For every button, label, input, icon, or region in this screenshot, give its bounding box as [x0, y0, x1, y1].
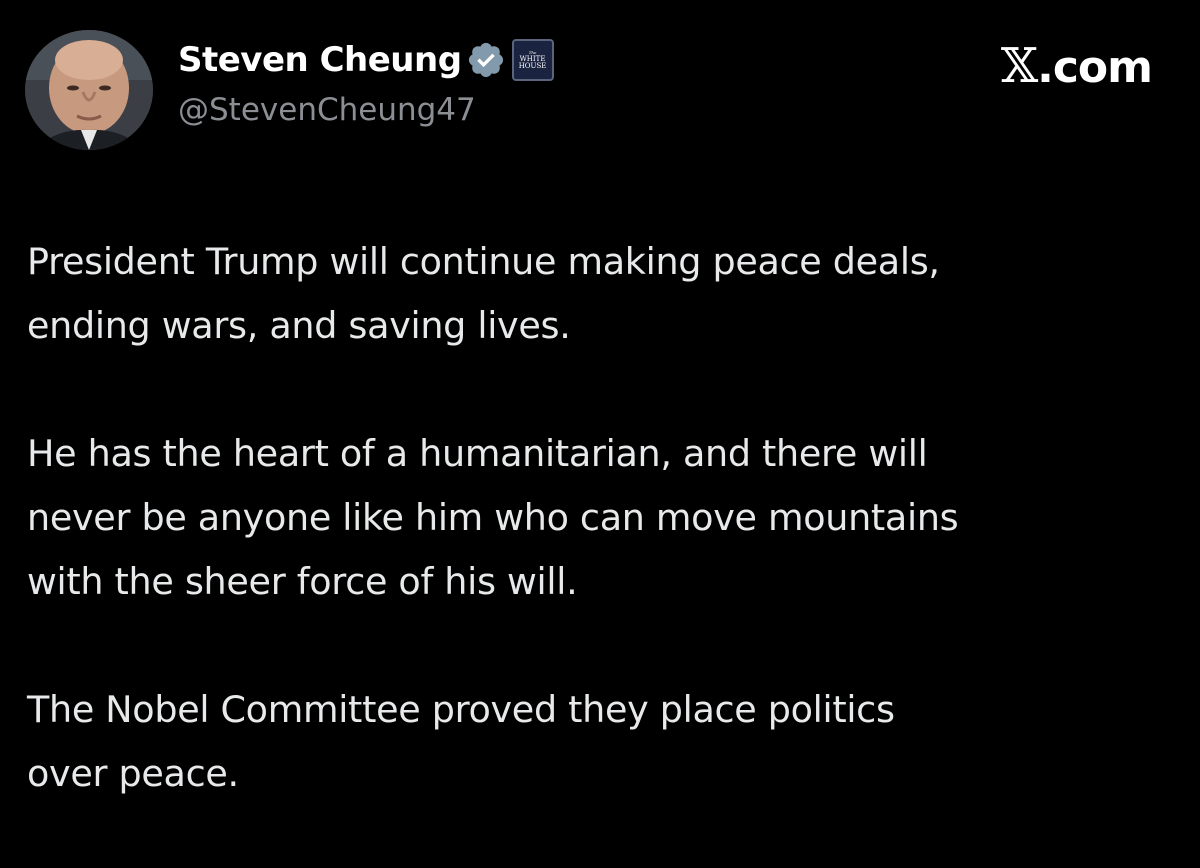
user-handle[interactable]: @StevenCheung47: [178, 92, 554, 128]
affiliate-badge-line1: The: [528, 49, 537, 55]
post-card: Steven Cheung The WHITE HOUSE @StevenChe…: [0, 0, 1200, 868]
post-body: President Trump will continue making pea…: [27, 230, 1177, 806]
post-paragraph-3: The Nobel Committee proved they place po…: [27, 688, 895, 795]
brand-suffix: .com: [1037, 42, 1153, 93]
affiliate-badge-line3: HOUSE: [518, 61, 547, 70]
name-row: Steven Cheung The WHITE HOUSE: [178, 32, 554, 88]
post-paragraph-2: He has the heart of a humanitarian, and …: [27, 432, 959, 603]
post-paragraph-1: President Trump will continue making pea…: [27, 240, 940, 347]
author-header: Steven Cheung The WHITE HOUSE @StevenChe…: [178, 32, 554, 128]
avatar[interactable]: [25, 30, 153, 150]
x-brand-watermark: 𝕏.com: [1000, 38, 1153, 94]
display-name[interactable]: Steven Cheung: [178, 40, 462, 80]
verified-badge-icon[interactable]: [466, 40, 506, 80]
white-house-logo-icon[interactable]: The WHITE HOUSE: [511, 39, 554, 81]
profile-photo-icon: [25, 30, 153, 150]
x-logo-icon: 𝕏: [1000, 38, 1038, 94]
